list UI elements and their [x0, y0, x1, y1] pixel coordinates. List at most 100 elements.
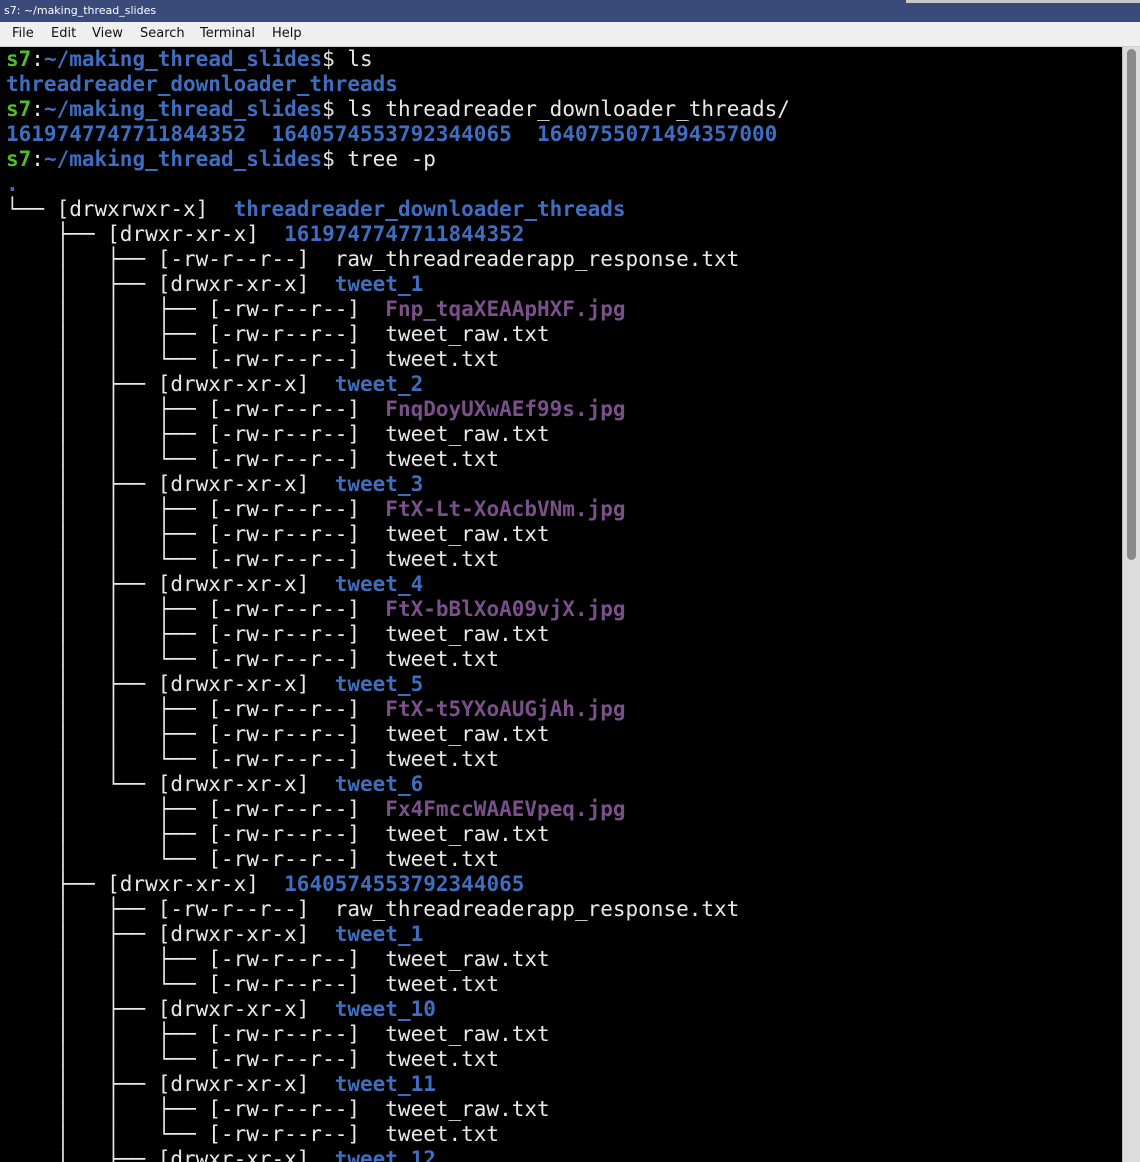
prompt-host: s7: [6, 147, 32, 171]
directory-name: ~/making_thread_slides: [43, 47, 323, 71]
terminal-text: │ │ ├── [-rw-r--r--]: [6, 597, 386, 621]
terminal-line: │ ├── [-rw-r--r--] raw_threadreaderapp_r…: [6, 247, 790, 272]
terminal-line: │ │ └── [-rw-r--r--] tweet.txt: [6, 747, 790, 772]
menu-file[interactable]: File: [10, 25, 36, 43]
terminal-line: s7:~/making_thread_slides$ ls: [6, 47, 790, 72]
terminal-text: │ ├── [-rw-r--r--]: [6, 797, 386, 821]
terminal-line: │ ├── [-rw-r--r--] tweet_raw.txt: [6, 822, 790, 847]
directory-name: tweet_6: [334, 772, 424, 796]
terminal-line: │ ├── [drwxr-xr-x] tweet_11: [6, 1072, 790, 1097]
terminal-text: │ │ ├── [-rw-r--r--]: [6, 297, 386, 321]
terminal-line: .: [6, 172, 790, 197]
scrollbar-thumb[interactable]: [1127, 49, 1136, 560]
terminal-text: │ ├── [-rw-r--r--] tweet_raw.txt: [6, 822, 550, 846]
terminal-text: $ ls threadreader_downloader_threads/: [322, 97, 790, 121]
terminal-line: │ │ ├── [-rw-r--r--] FtX-Lt-XoAcbVNm.jpg: [6, 497, 790, 522]
directory-name: tweet_4: [334, 572, 424, 596]
terminal-line: │ │ ├── [-rw-r--r--] tweet_raw.txt: [6, 722, 790, 747]
terminal-line: │ │ └── [-rw-r--r--] tweet.txt: [6, 347, 790, 372]
terminal-text: │ ├── [-rw-r--r--] raw_threadreaderapp_r…: [6, 247, 740, 271]
window-title: s7: ~/making_thread_slides: [4, 4, 157, 17]
terminal-line: │ │ ├── [-rw-r--r--] FtX-bBlXoA09vjX.jpg: [6, 597, 790, 622]
terminal-line: │ │ └── [-rw-r--r--] tweet.txt: [6, 1047, 790, 1072]
terminal-text: │ ├── [drwxr-xr-x]: [6, 372, 335, 396]
terminal-text: │ │ └── [-rw-r--r--] tweet.txt: [6, 447, 500, 471]
directory-name: tweet_3: [334, 472, 424, 496]
directory-name: tweet_1: [334, 272, 424, 296]
titlebar-strip: [906, 0, 1140, 3]
terminal-text: │ ├── [drwxr-xr-x]: [6, 572, 335, 596]
terminal-line: threadreader_downloader_threads: [6, 72, 790, 97]
terminal-line: ├── [drwxr-xr-x] 1619747747711844352: [6, 222, 790, 247]
image-file-name: FtX-bBlXoA09vjX.jpg: [385, 597, 626, 621]
terminal-lines: s7:~/making_thread_slides$ ls threadreade…: [6, 47, 790, 1162]
terminal-text: │ │ ├── [-rw-r--r--] tweet_raw.txt: [6, 1022, 550, 1046]
terminal-line: │ │ ├── [-rw-r--r--] tweet_raw.txt: [6, 422, 790, 447]
directory-name: 1619747747711844352: [284, 222, 525, 246]
terminal-line: │ │ └── [-rw-r--r--] tweet.txt: [6, 1122, 790, 1147]
terminal-line: └── [drwxrwxr-x] threadreader_downloader…: [6, 197, 790, 222]
terminal-line: │ │ └── [-rw-r--r--] tweet.txt: [6, 447, 790, 472]
terminal-text: :: [31, 97, 44, 121]
terminal-text: :: [31, 47, 44, 71]
terminal-text: │ ├── [drwxr-xr-x]: [6, 1147, 335, 1162]
terminal-line: │ │ ├── [-rw-r--r--] tweet_raw.txt: [6, 1022, 790, 1047]
menu-help[interactable]: Help: [270, 25, 304, 43]
image-file-name: Fnp_tqaXEAApHXF.jpg: [385, 297, 626, 321]
terminal-text: │ │ ├── [-rw-r--r--] tweet_raw.txt: [6, 947, 550, 971]
terminal-line: │ │ ├── [-rw-r--r--] FnqDoyUXwAEf99s.jpg: [6, 397, 790, 422]
terminal-text: │ │ └── [-rw-r--r--] tweet.txt: [6, 1047, 500, 1071]
terminal-line: 1619747747711844352 1640574553792344065 …: [6, 122, 790, 147]
terminal-line: │ ├── [drwxr-xr-x] tweet_1: [6, 922, 790, 947]
window-titlebar[interactable]: s7: ~/making_thread_slides: [0, 0, 1140, 22]
directory-name: threadreader_downloader_threads: [6, 72, 398, 96]
terminal-text: ├── [drwxr-xr-x]: [6, 222, 285, 246]
image-file-name: FtX-Lt-XoAcbVNm.jpg: [385, 497, 626, 521]
terminal-line: s7:~/making_thread_slides$ tree -p: [6, 147, 790, 172]
menu-edit[interactable]: Edit: [49, 25, 78, 43]
terminal-line: │ │ ├── [-rw-r--r--] tweet_raw.txt: [6, 947, 790, 972]
terminal-text: │ ├── [drwxr-xr-x]: [6, 272, 335, 296]
terminal-line: s7:~/making_thread_slides$ ls threadread…: [6, 97, 790, 122]
terminal-text: │ │ ├── [-rw-r--r--] tweet_raw.txt: [6, 522, 550, 546]
terminal-text: └── [drwxrwxr-x]: [6, 197, 234, 221]
terminal-text: │ ├── [drwxr-xr-x]: [6, 922, 335, 946]
terminal-line: │ │ ├── [-rw-r--r--] Fnp_tqaXEAApHXF.jpg: [6, 297, 790, 322]
terminal-scrollbar[interactable]: [1122, 47, 1140, 1162]
terminal-line: │ ├── [drwxr-xr-x] tweet_10: [6, 997, 790, 1022]
terminal-text: │ │ ├── [-rw-r--r--]: [6, 497, 386, 521]
menu-bar: File Edit View Search Terminal Help: [0, 22, 1140, 47]
terminal-line: │ ├── [-rw-r--r--] raw_threadreaderapp_r…: [6, 897, 790, 922]
terminal-line: │ │ ├── [-rw-r--r--] tweet_raw.txt: [6, 522, 790, 547]
terminal-text: │ │ └── [-rw-r--r--] tweet.txt: [6, 1122, 500, 1146]
menu-terminal[interactable]: Terminal: [198, 25, 257, 43]
terminal-text: │ │ ├── [-rw-r--r--] tweet_raw.txt: [6, 722, 550, 746]
terminal-line: │ │ ├── [-rw-r--r--] FtX-t5YXoAUGjAh.jpg: [6, 697, 790, 722]
terminal-line: │ │ └── [-rw-r--r--] tweet.txt: [6, 647, 790, 672]
terminal-text: │ │ └── [-rw-r--r--] tweet.txt: [6, 747, 500, 771]
terminal-text: │ │ ├── [-rw-r--r--]: [6, 397, 386, 421]
terminal-text: │ │ ├── [-rw-r--r--] tweet_raw.txt: [6, 422, 550, 446]
menu-view[interactable]: View: [90, 25, 125, 43]
directory-name: tweet_1: [334, 922, 424, 946]
directory-name: tweet_12: [334, 1147, 436, 1162]
terminal-text: │ │ └── [-rw-r--r--] tweet.txt: [6, 347, 500, 371]
directory-name: 1640755071494357000: [537, 122, 778, 146]
terminal-text: │ ├── [drwxr-xr-x]: [6, 472, 335, 496]
directory-name: threadreader_downloader_threads: [233, 197, 626, 221]
terminal-line: │ │ ├── [-rw-r--r--] tweet_raw.txt: [6, 1097, 790, 1122]
prompt-host: s7: [6, 97, 32, 121]
terminal-output[interactable]: s7:~/making_thread_slides$ ls threadreade…: [0, 47, 1122, 1162]
prompt-host: s7: [6, 47, 32, 71]
terminal-text: $ tree -p: [322, 147, 436, 171]
terminal-line: │ ├── [drwxr-xr-x] tweet_5: [6, 672, 790, 697]
terminal-line: │ ├── [drwxr-xr-x] tweet_3: [6, 472, 790, 497]
terminal-line: │ │ └── [-rw-r--r--] tweet.txt: [6, 547, 790, 572]
directory-name: tweet_11: [334, 1072, 436, 1096]
terminal-text: │ └── [drwxr-xr-x]: [6, 772, 335, 796]
menu-search[interactable]: Search: [138, 25, 187, 43]
terminal-line: │ ├── [drwxr-xr-x] tweet_1: [6, 272, 790, 297]
terminal-text: │ │ ├── [-rw-r--r--]: [6, 697, 386, 721]
terminal-text: │ │ ├── [-rw-r--r--] tweet_raw.txt: [6, 622, 550, 646]
